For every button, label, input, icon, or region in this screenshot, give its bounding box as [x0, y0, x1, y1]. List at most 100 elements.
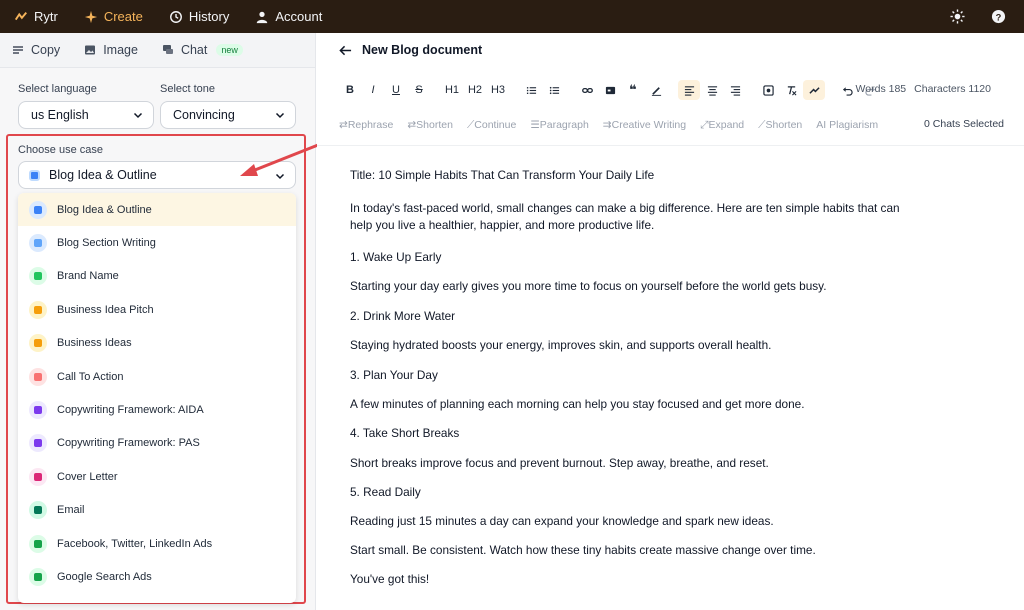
nav-account[interactable]: Account	[255, 0, 322, 33]
clear-format-icon	[787, 85, 796, 95]
use-case-option[interactable]: Business Idea Pitch	[18, 293, 296, 326]
use-case-option[interactable]: Business Ideas	[18, 327, 296, 360]
heading1-button[interactable]: H1	[441, 80, 463, 100]
framework-icon	[29, 401, 47, 420]
document-paragraph: Title: 10 Simple Habits That Can Transfo…	[350, 168, 655, 182]
highlight-button[interactable]	[645, 80, 667, 100]
numbered-list-icon	[526, 86, 536, 94]
use-case-option[interactable]: Copywriting Framework: PAS	[18, 427, 296, 460]
align-left-icon	[684, 85, 694, 96]
chats-selected: 0 Chats Selected	[924, 118, 1004, 130]
document-paragraph: A few minutes of planning each morning c…	[350, 397, 805, 411]
brand-logo[interactable]: Rytr	[14, 0, 58, 33]
tab-image[interactable]: Image	[84, 43, 138, 57]
character-count: Characters 1120	[914, 83, 991, 95]
image-insert-button[interactable]	[599, 80, 621, 100]
paragraph-action[interactable]: ☰Paragraph	[530, 119, 588, 131]
document-title[interactable]: New Blog document	[362, 43, 482, 57]
tab-chat[interactable]: Chat new	[162, 43, 243, 57]
align-right-button[interactable]	[724, 80, 746, 100]
quote-button[interactable]: ❝	[622, 80, 644, 100]
help-icon[interactable]: ?	[991, 9, 1006, 24]
align-center-button[interactable]	[701, 80, 723, 100]
bold-button[interactable]: B	[339, 80, 361, 100]
nav-history[interactable]: History	[169, 0, 229, 33]
word-count: Words 185	[855, 83, 907, 95]
blog-outline-icon	[29, 169, 40, 181]
toolbar-divider	[317, 145, 1024, 146]
strikethrough-button[interactable]: S	[408, 80, 430, 100]
use-case-option[interactable]: Google Search Ads	[18, 560, 296, 593]
align-center-icon	[707, 85, 717, 96]
tone-label: Select tone	[160, 83, 216, 95]
use-case-option[interactable]: Call To Action	[18, 360, 296, 393]
rytr-logo-icon	[14, 11, 27, 20]
rytr-magic-button[interactable]	[803, 80, 825, 100]
align-left-button[interactable]	[678, 80, 700, 100]
document-paragraph: Reading just 15 minutes a day can expand…	[350, 514, 774, 528]
heading2-button[interactable]: H2	[464, 80, 486, 100]
sparkle-icon	[84, 10, 97, 23]
document-counts: Words 185 Characters 1120	[856, 83, 991, 95]
use-case-option-label: Business Ideas	[57, 337, 132, 350]
sun-icon[interactable]	[950, 9, 965, 24]
clear-format-button[interactable]	[780, 80, 802, 100]
pitch-icon	[29, 300, 47, 319]
continue-action[interactable]: ⟋Continue	[467, 119, 516, 132]
creative-writing-action[interactable]: ⇉Creative Writing	[603, 119, 686, 131]
magic-icon	[808, 86, 820, 94]
bullet-list-button[interactable]	[543, 80, 565, 100]
rephrase-action[interactable]: ⇄Rephrase	[339, 119, 393, 131]
image-icon	[85, 45, 96, 55]
left-panel-tabs: Copy Image Chat new	[0, 33, 315, 68]
nav-account-label: Account	[275, 9, 323, 24]
new-badge: new	[216, 44, 243, 56]
pen-icon	[651, 86, 661, 96]
nav-history-label: History	[188, 9, 230, 24]
document-paragraph: Start small. Be consistent. Watch how th…	[350, 543, 816, 557]
tone-select[interactable]: Convincing	[160, 101, 296, 129]
tab-copy[interactable]: Copy	[12, 43, 60, 57]
use-case-option[interactable]: Blog Section Writing	[18, 226, 296, 259]
left-panel: Copy Image Chat new Select language us E…	[0, 33, 316, 610]
italic-button[interactable]: I	[362, 80, 384, 100]
formatting-toolbar: B I U S H1 H2 H3 ❝ Words 185 Characters …	[339, 79, 1009, 101]
use-case-label: Choose use case	[18, 144, 103, 156]
use-case-option-label: Blog Section Writing	[57, 237, 156, 250]
use-case-option-label: Business Idea Pitch	[57, 303, 154, 316]
use-case-option[interactable]: Copywriting Framework: AIDA	[18, 393, 296, 426]
link-button[interactable]	[576, 80, 598, 100]
language-select[interactable]: us English	[18, 101, 154, 129]
cover-letter-icon	[29, 467, 47, 486]
expand-action[interactable]: ⤢Expand	[700, 119, 744, 132]
use-case-option[interactable]: Email	[18, 494, 296, 527]
image-icon	[605, 86, 615, 94]
history-icon	[169, 10, 182, 23]
tab-image-label: Image	[103, 43, 138, 57]
document-paragraph: You've got this!	[350, 572, 430, 586]
document-paragraph: In today's fast-paced world, small chang…	[350, 201, 900, 232]
heading3-button[interactable]: H3	[487, 80, 509, 100]
nav-create-label: Create	[103, 9, 143, 24]
align-right-icon	[730, 85, 740, 96]
search-ads-icon	[29, 567, 47, 586]
use-case-option[interactable]: Brand Name	[18, 260, 296, 293]
use-case-option[interactable]: Cover Letter	[18, 460, 296, 493]
nav-create[interactable]: Create	[84, 0, 143, 33]
underline-button[interactable]: U	[385, 80, 407, 100]
use-case-option-label: Call To Action	[57, 370, 124, 383]
brand-name: Rytr	[34, 9, 58, 24]
back-arrow-icon[interactable]	[339, 44, 352, 57]
use-case-option[interactable]: Facebook, Twitter, LinkedIn Ads	[18, 527, 296, 560]
svg-text:?: ?	[996, 12, 1002, 22]
document-paragraph: 3. Plan Your Day	[350, 368, 438, 382]
tab-chat-label: Chat	[180, 43, 208, 57]
ai-plagiarism-action[interactable]: AI Plagiarism	[816, 119, 878, 131]
use-case-option[interactable]: Blog Idea & Outline	[18, 193, 296, 227]
embed-icon	[762, 84, 774, 96]
use-case-option-label: Cover Letter	[57, 470, 118, 483]
numbered-list-button[interactable]	[520, 80, 542, 100]
shorten-action-2[interactable]: ⟋Shorten	[758, 119, 802, 132]
shorten-action[interactable]: ⇄Shorten	[407, 119, 453, 131]
embed-button[interactable]	[757, 80, 779, 100]
